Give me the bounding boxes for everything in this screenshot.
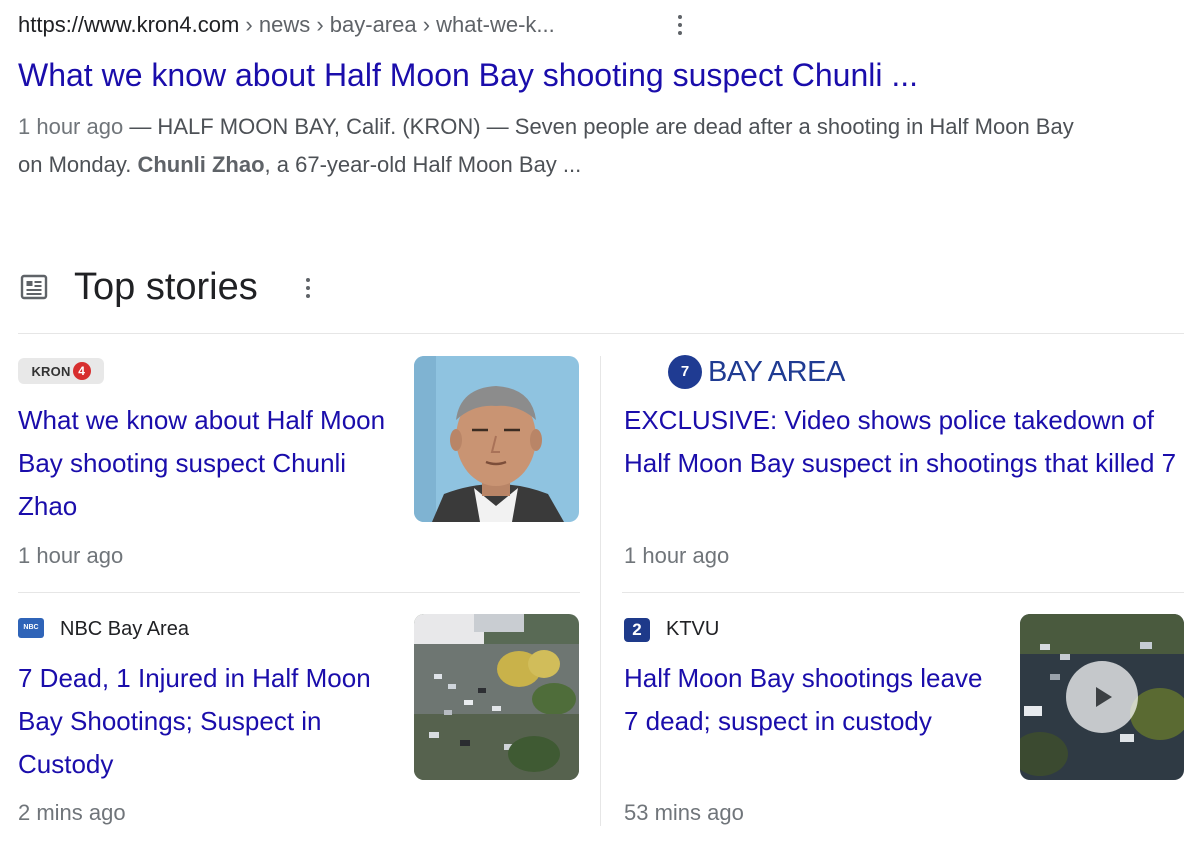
nbc-favicon-icon: NBC — [18, 618, 44, 638]
play-icon[interactable] — [1066, 661, 1138, 733]
story-title-link[interactable]: Half Moon Bay shootings leave 7 dead; su… — [624, 657, 984, 743]
result-title-link[interactable]: What we know about Half Moon Bay shootin… — [18, 54, 918, 96]
ktvu-favicon-icon: 2 — [624, 618, 650, 642]
snippet-bold-name: Chunli Zhao — [137, 152, 265, 177]
kron4-logo: KRON 4 — [18, 358, 104, 384]
column-divider — [600, 356, 601, 826]
result-url-host: https://www.kron4.com — [18, 12, 240, 37]
story-title-link[interactable]: EXCLUSIVE: Video shows police takedown o… — [624, 399, 1184, 485]
result-url[interactable]: https://www.kron4.com › news › bay-area … — [18, 8, 555, 42]
abc7-mark: 7 — [668, 355, 702, 389]
result-breadcrumbs: › news › bay-area › what-we-k... — [239, 12, 555, 37]
story-source: NBC Bay Area — [60, 618, 189, 640]
abc7-wordmark: BAY AREA — [708, 355, 845, 388]
top-stories-heading: Top stories — [74, 266, 258, 308]
story-title-link[interactable]: What we know about Half Moon Bay shootin… — [18, 399, 398, 528]
divider — [18, 333, 1184, 334]
story-time: 53 mins ago — [624, 800, 744, 825]
story-time: 1 hour ago — [624, 543, 730, 568]
abc7-logo: 7 BAY AREA — [668, 354, 845, 390]
row-divider-left — [18, 592, 580, 593]
story-time: 2 mins ago — [18, 800, 126, 825]
story-thumbnail[interactable] — [414, 614, 579, 780]
story-thumbnail[interactable] — [414, 356, 579, 522]
story-source: KTVU — [666, 618, 720, 640]
story-time: 1 hour ago — [18, 543, 124, 568]
result-date: 1 hour ago — [18, 114, 124, 139]
snippet-text-b: , a 67-year-old Half Moon Bay ... — [264, 152, 582, 177]
result-snippet: 1 hour ago — HALF MOON BAY, Calif. (KRON… — [18, 108, 1098, 184]
row-divider-right — [622, 592, 1184, 593]
result-more-options-icon[interactable] — [670, 10, 690, 40]
story-video-thumbnail[interactable] — [1020, 614, 1184, 780]
newspaper-icon — [20, 274, 48, 300]
story-title-link[interactable]: 7 Dead, 1 Injured in Half Moon Bay Shoot… — [18, 657, 398, 786]
top-stories-more-icon[interactable] — [298, 274, 318, 302]
